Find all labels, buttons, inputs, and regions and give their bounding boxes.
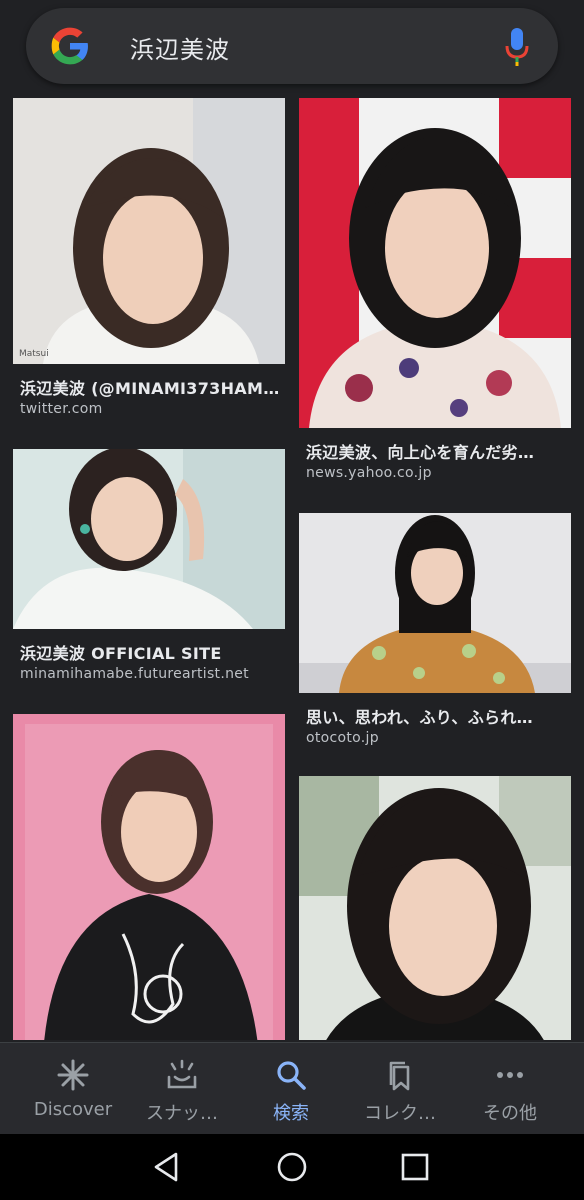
nav-item-label: その他 (483, 1103, 537, 1124)
search-bar[interactable]: 浜辺美波 (26, 8, 558, 84)
nav-item-search[interactable]: 検索 (233, 1043, 349, 1135)
search-query[interactable]: 浜辺美波 (130, 30, 230, 65)
result-source: otocoto.jp (306, 730, 379, 746)
nav-item-label: コレク… (364, 1103, 436, 1124)
asterisk-icon (57, 1059, 89, 1091)
microphone-icon[interactable] (504, 26, 530, 68)
result-source: twitter.com (20, 401, 103, 417)
result-thumbnail[interactable] (299, 776, 571, 1040)
back-icon[interactable] (150, 1150, 184, 1184)
bottom-navigation: Discover スナッ… 検索 コレク… その他 (0, 1042, 584, 1135)
more-icon (497, 1072, 523, 1078)
google-logo-icon (51, 27, 88, 65)
nav-item-label: 検索 (273, 1103, 309, 1124)
snapshot-icon (167, 1059, 197, 1089)
result-thumbnail[interactable] (13, 449, 285, 629)
watermark-text: Matsui (19, 349, 49, 359)
result-title: 思い、思われ、ふり、ふられ… (306, 708, 533, 727)
home-icon[interactable] (275, 1150, 309, 1184)
result-source: minamihamabe.futureartist.net (20, 666, 249, 682)
result-title: 浜辺美波 (@MINAMI373HAM… (20, 379, 280, 398)
image-results-grid: Matsui 浜辺美波 (@MINAMI373HAM… twitter.com (0, 0, 584, 1040)
nav-item-label: Discover (33, 1099, 113, 1120)
result-thumbnail[interactable]: Matsui (13, 98, 285, 364)
result-title: 浜辺美波 OFFICIAL SITE (20, 644, 222, 663)
result-thumbnail[interactable] (299, 98, 571, 428)
result-thumbnail[interactable] (299, 513, 571, 693)
nav-item-collections[interactable]: コレク… (342, 1043, 458, 1135)
result-title: 浜辺美波、向上心を育んだ劣… (306, 443, 535, 462)
system-navigation-bar (0, 1134, 584, 1200)
recents-icon[interactable] (398, 1150, 432, 1184)
nav-item-label: スナッ… (146, 1103, 218, 1124)
search-icon (277, 1061, 306, 1090)
nav-item-discover[interactable]: Discover (15, 1043, 131, 1135)
result-thumbnail[interactable] (13, 714, 285, 1040)
collections-icon (389, 1061, 410, 1091)
result-source: news.yahoo.co.jp (306, 465, 432, 481)
nav-item-snapshot[interactable]: スナッ… (124, 1043, 240, 1135)
nav-item-more[interactable]: その他 (452, 1043, 568, 1135)
